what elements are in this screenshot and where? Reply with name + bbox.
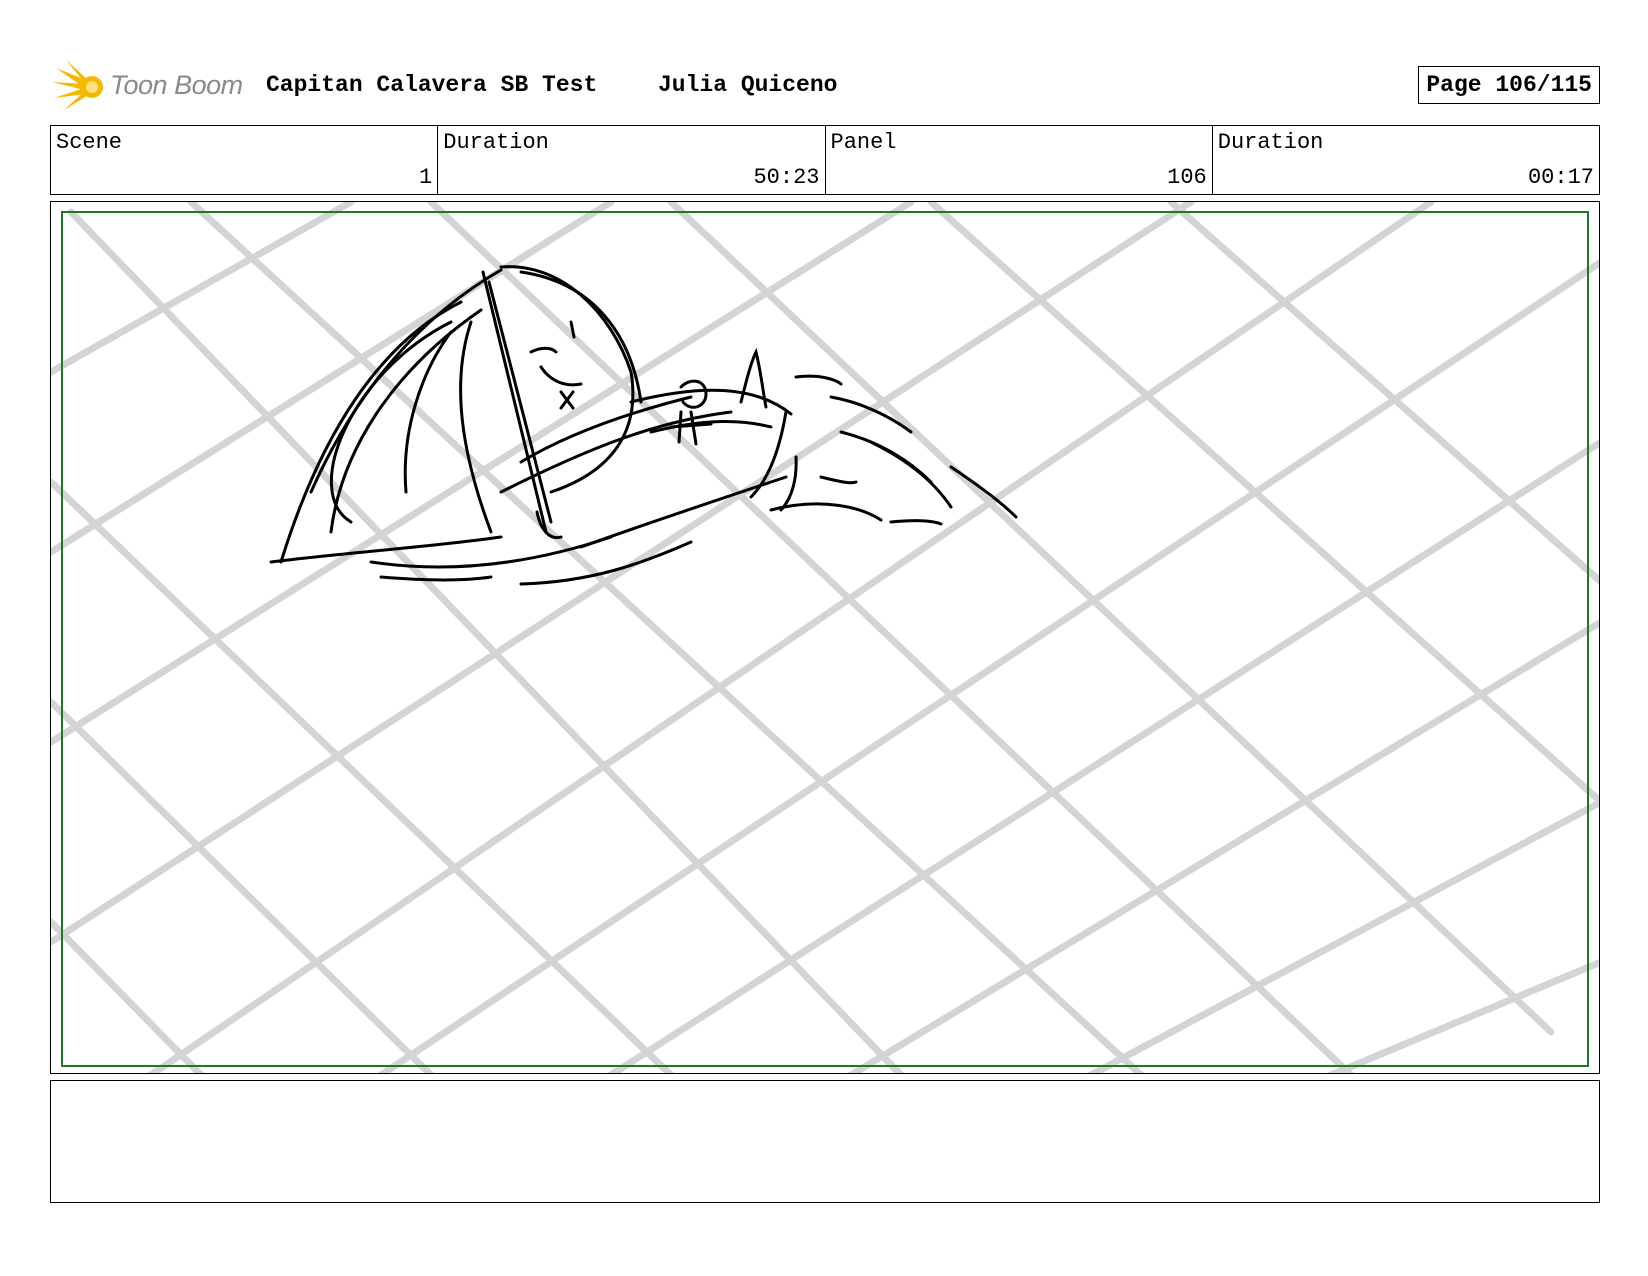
perspective-grid <box>51 202 1599 1073</box>
panel-label: Panel <box>830 130 897 155</box>
scene-duration-cell: Duration 50:23 <box>438 126 826 194</box>
panel-info-table: Scene 1 Duration 50:23 Panel 106 Duratio… <box>50 125 1600 195</box>
project-title: Capitan Calavera SB Test <box>266 72 598 98</box>
scene-duration-label: Duration <box>443 130 549 155</box>
panel-duration-value: 00:17 <box>1527 165 1594 190</box>
toon-boom-logo: Toon Boom <box>52 58 252 114</box>
scene-value: 1 <box>419 165 433 190</box>
panel-drawing <box>51 202 1599 1073</box>
panel-duration-label: Duration <box>1217 130 1324 155</box>
author-name: Julia Quiceno <box>658 72 838 98</box>
scene-cell: Scene 1 <box>51 126 439 194</box>
page-number-box: Page 106/115 <box>1418 66 1600 104</box>
storyboard-panel <box>50 201 1600 1074</box>
panel-value: 106 <box>1167 165 1207 190</box>
starburst-icon <box>52 60 103 110</box>
logo-wordmark: Toon Boom <box>110 70 243 100</box>
page-header: Toon Boom Capitan Calavera SB Test Julia… <box>50 58 1600 114</box>
scene-duration-value: 50:23 <box>753 165 820 190</box>
panel-notes[interactable] <box>50 1080 1600 1203</box>
scene-label: Scene <box>56 130 123 155</box>
panel-cell: Panel 106 <box>826 126 1213 194</box>
panel-duration-cell: Duration 00:17 <box>1213 126 1599 194</box>
